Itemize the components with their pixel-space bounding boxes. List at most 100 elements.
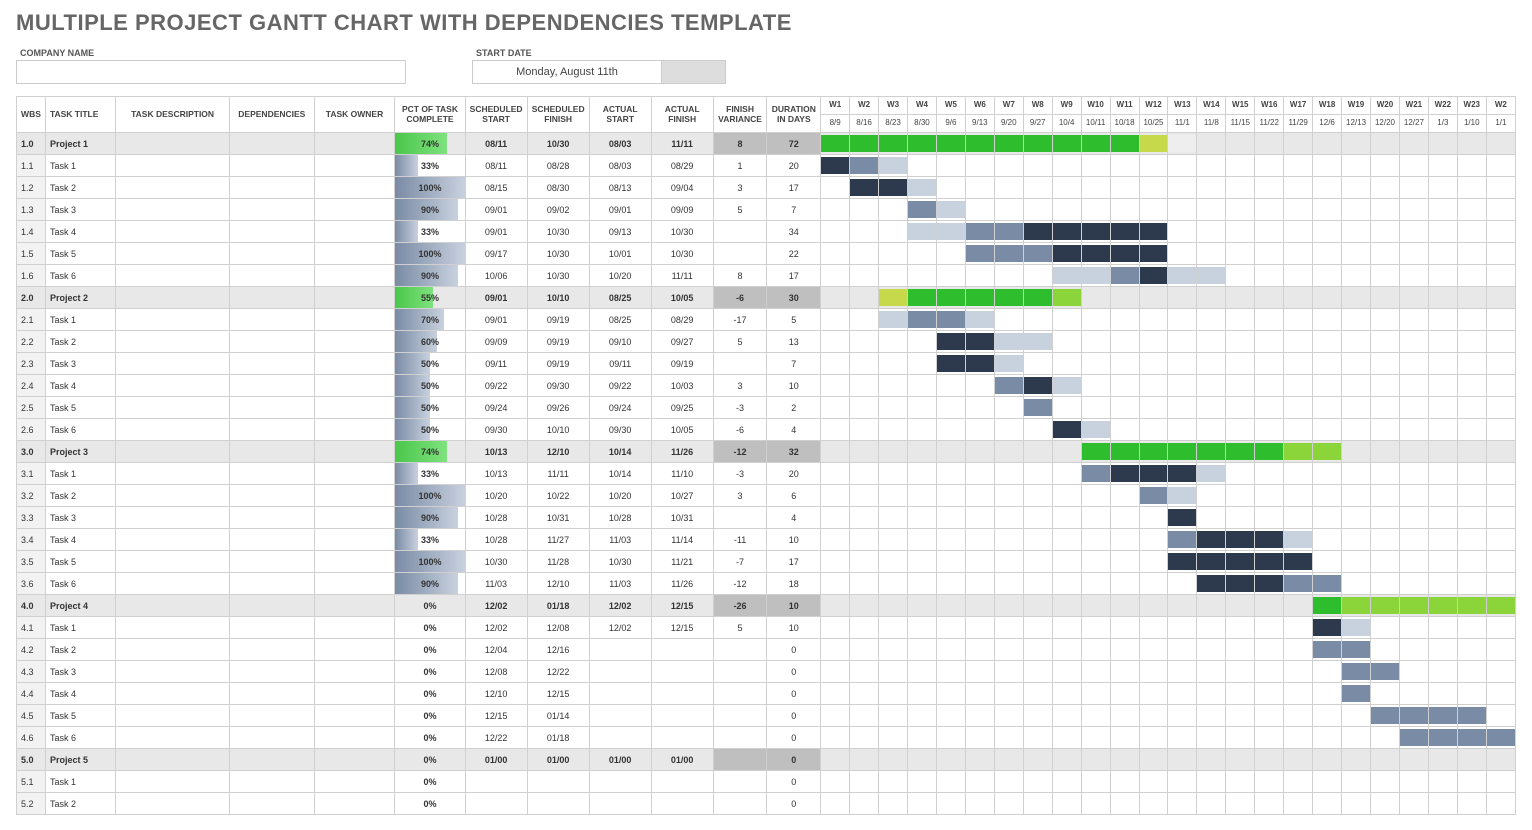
week-date-8: 10/4 xyxy=(1052,115,1081,133)
table-row: 2.0Project 255%09/0110/1008/2510/05-630 xyxy=(17,287,1516,309)
week-date-7: 9/27 xyxy=(1023,115,1052,133)
pct-cell[interactable]: 90% xyxy=(395,573,465,595)
table-row: 1.5Task 5100%09/1710/3010/0110/3022 xyxy=(17,243,1516,265)
week-date-9: 10/11 xyxy=(1081,115,1110,133)
table-row: 5.2Task 20%0 xyxy=(17,793,1516,815)
header-task-title: TASK TITLE xyxy=(45,97,115,133)
week-date-5: 9/13 xyxy=(965,115,994,133)
week-header-8: W9 xyxy=(1052,97,1081,115)
pct-cell[interactable]: 0% xyxy=(395,793,465,815)
week-date-6: 9/20 xyxy=(994,115,1023,133)
table-row: 3.4Task 433%10/2811/2711/0311/14-1110 xyxy=(17,529,1516,551)
table-row: 3.0Project 374%10/1312/1010/1411/26-1232 xyxy=(17,441,1516,463)
table-row: 4.2Task 20%12/0412/160 xyxy=(17,639,1516,661)
pct-cell[interactable]: 33% xyxy=(395,221,465,243)
table-row: 1.2Task 2100%08/1508/3008/1309/04317 xyxy=(17,177,1516,199)
week-date-0: 8/9 xyxy=(821,115,850,133)
week-date-1: 8/16 xyxy=(850,115,879,133)
table-row: 4.1Task 10%12/0212/0812/0212/15510 xyxy=(17,617,1516,639)
week-header-11: W12 xyxy=(1139,97,1168,115)
pct-cell[interactable]: 33% xyxy=(395,529,465,551)
pct-cell[interactable]: 0% xyxy=(395,771,465,793)
week-date-4: 9/6 xyxy=(936,115,965,133)
week-header-16: W17 xyxy=(1284,97,1313,115)
pct-cell[interactable]: 90% xyxy=(395,199,465,221)
header-actual-finish: ACTUAL FINISH xyxy=(651,97,713,133)
week-date-14: 11/15 xyxy=(1226,115,1255,133)
week-header-2: W3 xyxy=(879,97,908,115)
week-header-22: W23 xyxy=(1457,97,1486,115)
pct-cell[interactable]: 0% xyxy=(395,661,465,683)
header-sched-start: SCHEDULED START xyxy=(465,97,527,133)
gantt-table: WBS TASK TITLE TASK DESCRIPTION DEPENDEN… xyxy=(16,96,1516,815)
table-row: 4.4Task 40%12/1012/150 xyxy=(17,683,1516,705)
table-row: 4.6Task 60%12/2201/180 xyxy=(17,727,1516,749)
week-header-17: W18 xyxy=(1313,97,1342,115)
pct-cell[interactable]: 0% xyxy=(395,639,465,661)
table-row: 2.6Task 650%09/3010/1009/3010/05-64 xyxy=(17,419,1516,441)
week-header-7: W8 xyxy=(1023,97,1052,115)
week-header-4: W5 xyxy=(936,97,965,115)
pct-cell[interactable]: 100% xyxy=(395,243,465,265)
week-header-12: W13 xyxy=(1168,97,1197,115)
page-title: MULTIPLE PROJECT GANTT CHART WITH DEPEND… xyxy=(16,10,1516,36)
week-date-15: 11/22 xyxy=(1255,115,1284,133)
table-row: 1.3Task 390%09/0109/0209/0109/0957 xyxy=(17,199,1516,221)
table-row: 2.1Task 170%09/0109/1908/2508/29-175 xyxy=(17,309,1516,331)
week-date-19: 12/20 xyxy=(1371,115,1400,133)
pct-cell[interactable]: 50% xyxy=(395,375,465,397)
week-date-3: 8/30 xyxy=(908,115,937,133)
table-row: 2.5Task 550%09/2409/2609/2409/25-32 xyxy=(17,397,1516,419)
header-sched-finish: SCHEDULED FINISH xyxy=(527,97,589,133)
pct-cell[interactable]: 100% xyxy=(395,551,465,573)
pct-cell[interactable]: 50% xyxy=(395,353,465,375)
company-label: COMPANY NAME xyxy=(16,46,406,60)
table-row: 1.6Task 690%10/0610/3010/2011/11817 xyxy=(17,265,1516,287)
pct-cell[interactable]: 50% xyxy=(395,419,465,441)
pct-cell[interactable]: 33% xyxy=(395,463,465,485)
pct-cell[interactable]: 60% xyxy=(395,331,465,353)
table-row: 1.1Task 133%08/1108/2808/0308/29120 xyxy=(17,155,1516,177)
pct-cell[interactable]: 33% xyxy=(395,155,465,177)
header-task-owner: TASK OWNER xyxy=(314,97,395,133)
pct-cell[interactable]: 100% xyxy=(395,177,465,199)
week-header-0: W1 xyxy=(821,97,850,115)
week-header-21: W22 xyxy=(1428,97,1457,115)
week-date-23: 1/1 xyxy=(1486,115,1515,133)
company-input[interactable] xyxy=(16,60,406,84)
pct-cell[interactable]: 0% xyxy=(395,705,465,727)
pct-cell[interactable]: 74% xyxy=(395,133,465,155)
table-row: 3.2Task 2100%10/2010/2210/2010/2736 xyxy=(17,485,1516,507)
pct-cell[interactable]: 0% xyxy=(395,595,465,617)
pct-cell[interactable]: 100% xyxy=(395,485,465,507)
week-date-17: 12/6 xyxy=(1313,115,1342,133)
table-row: 1.0Project 174%08/1110/3008/0311/11872 xyxy=(17,133,1516,155)
week-date-20: 12/27 xyxy=(1399,115,1428,133)
start-date-value[interactable]: Monday, August 11th xyxy=(472,60,662,84)
week-date-12: 11/1 xyxy=(1168,115,1197,133)
pct-cell[interactable]: 0% xyxy=(395,749,465,771)
week-date-22: 1/10 xyxy=(1457,115,1486,133)
pct-cell[interactable]: 55% xyxy=(395,287,465,309)
pct-cell[interactable]: 74% xyxy=(395,441,465,463)
week-date-21: 1/3 xyxy=(1428,115,1457,133)
week-date-11: 10/25 xyxy=(1139,115,1168,133)
header-finish-var: FINISH VARIANCE xyxy=(713,97,767,133)
pct-cell[interactable]: 50% xyxy=(395,397,465,419)
table-row: 4.3Task 30%12/0812/220 xyxy=(17,661,1516,683)
pct-cell[interactable]: 0% xyxy=(395,683,465,705)
week-date-18: 12/13 xyxy=(1342,115,1371,133)
week-header-15: W16 xyxy=(1255,97,1284,115)
meta-row: COMPANY NAME START DATE Monday, August 1… xyxy=(16,46,1516,84)
pct-cell[interactable]: 0% xyxy=(395,727,465,749)
week-header-3: W4 xyxy=(908,97,937,115)
pct-cell[interactable]: 90% xyxy=(395,265,465,287)
table-row: 3.5Task 5100%10/3011/2810/3011/21-717 xyxy=(17,551,1516,573)
pct-cell[interactable]: 90% xyxy=(395,507,465,529)
pct-cell[interactable]: 0% xyxy=(395,617,465,639)
pct-cell[interactable]: 70% xyxy=(395,309,465,331)
date-extra-cell[interactable] xyxy=(662,60,726,84)
start-date-label: START DATE xyxy=(472,46,726,60)
table-row: 5.1Task 10%0 xyxy=(17,771,1516,793)
header-wbs: WBS xyxy=(17,97,46,133)
